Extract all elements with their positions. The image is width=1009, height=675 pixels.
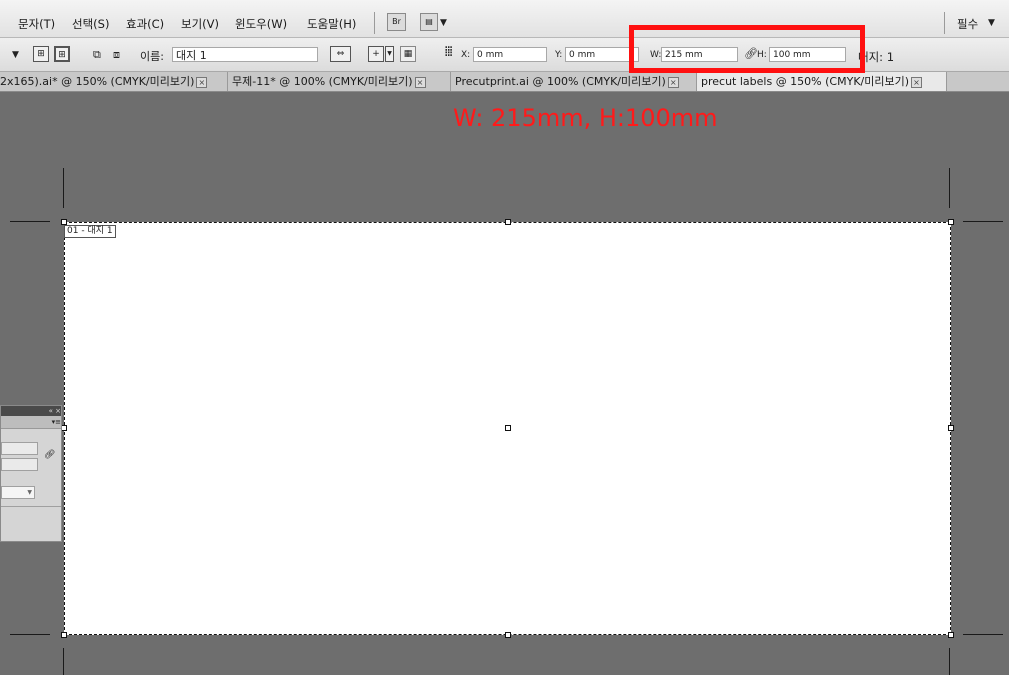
link-icon[interactable]: 🔗︎ xyxy=(44,450,55,460)
crop-mark xyxy=(63,648,64,675)
document-tab-active[interactable]: precut labels @ 150% (CMYK/미리보기) × xyxy=(697,72,947,91)
y-label: Y: xyxy=(555,50,563,60)
resize-handle-top-left[interactable] xyxy=(61,219,67,225)
document-tab[interactable]: Precutprint.ai @ 100% (CMYK/미리보기) × xyxy=(451,72,697,91)
name-label: 이름: xyxy=(140,50,164,63)
close-icon[interactable]: × xyxy=(196,76,208,88)
preset-chevron-down-icon[interactable]: ▼ xyxy=(12,50,19,60)
resize-handle-bottom[interactable] xyxy=(505,632,511,638)
artboard-options-icon[interactable]: ▦ xyxy=(400,46,416,62)
x-field[interactable]: 0 mm xyxy=(473,47,547,62)
document-tab-label: Precutprint.ai @ 100% (CMYK/미리보기) xyxy=(455,75,666,88)
panel-divider xyxy=(1,506,61,507)
bridge-button-label: Br xyxy=(392,17,401,26)
crop-mark xyxy=(10,221,50,222)
menu-type[interactable]: 문자(T) xyxy=(18,16,55,32)
document-tab-bar: 2x165).ai* @ 150% (CMYK/미리보기) × 무제-11* @ … xyxy=(0,72,1009,92)
chevron-down-icon: ▼ xyxy=(27,489,32,496)
y-field[interactable]: 0 mm xyxy=(565,47,639,62)
show-center-mark-icon[interactable]: + xyxy=(368,46,384,62)
artboard-name-field[interactable]: 대지 1 xyxy=(172,47,318,62)
panel-width-field[interactable] xyxy=(1,442,38,455)
artboard-label: 01 - 대지 1 xyxy=(64,225,116,238)
floating-panel[interactable]: « × ▾≡ 🔗︎ ▼ xyxy=(0,405,62,542)
resize-handle-bottom-left[interactable] xyxy=(61,632,67,638)
center-mark-chevron-icon[interactable]: ▼ xyxy=(385,46,394,62)
close-icon[interactable]: × xyxy=(667,76,679,88)
reference-point-icon[interactable]: ⁞⁞⁞ xyxy=(444,44,453,60)
panel-height-field[interactable] xyxy=(1,458,38,471)
crop-mark xyxy=(963,634,1003,635)
menu-divider xyxy=(944,12,945,34)
center-point[interactable] xyxy=(505,425,511,431)
menu-divider xyxy=(374,12,375,34)
workspace-switcher[interactable]: 필수 xyxy=(957,16,978,32)
close-icon[interactable]: × xyxy=(911,76,923,88)
new-artboard-icon[interactable]: ⧉ xyxy=(93,48,101,62)
document-tab[interactable]: 2x165).ai* @ 150% (CMYK/미리보기) × xyxy=(0,72,228,91)
close-icon[interactable]: × xyxy=(414,76,426,88)
close-icon[interactable]: × xyxy=(55,407,61,415)
document-tab-label: 2x165).ai* @ 150% (CMYK/미리보기) xyxy=(0,75,195,88)
document-tab-label: precut labels @ 150% (CMYK/미리보기) xyxy=(701,75,910,88)
arrange-chevron-down-icon[interactable]: ▼ xyxy=(440,18,447,28)
crop-mark xyxy=(963,221,1003,222)
landscape-icon[interactable]: ⊞ xyxy=(54,46,70,62)
crop-mark xyxy=(949,168,950,208)
crop-mark xyxy=(949,648,950,675)
menu-help[interactable]: 도움말(H) xyxy=(307,16,356,32)
resize-handle-top[interactable] xyxy=(505,219,511,225)
move-with-artboard-icon[interactable]: ⇔ xyxy=(330,46,351,62)
collapse-icon[interactable]: « xyxy=(49,407,53,415)
x-label: X: xyxy=(461,50,471,60)
arrange-documents-button[interactable]: ▤ xyxy=(420,13,438,31)
delete-artboard-icon[interactable]: ⧈ xyxy=(113,48,120,62)
highlight-box xyxy=(629,25,865,73)
panel-dropdown[interactable]: ▼ xyxy=(1,486,35,499)
resize-handle-bottom-right[interactable] xyxy=(948,632,954,638)
resize-handle-right[interactable] xyxy=(948,425,954,431)
menu-view[interactable]: 보기(V) xyxy=(181,16,219,32)
document-tab-label: 무제-11* @ 100% (CMYK/미리보기) xyxy=(232,75,413,88)
crop-mark xyxy=(63,168,64,208)
menu-select[interactable]: 선택(S) xyxy=(72,16,109,32)
panel-tab-strip: ▾≡ xyxy=(1,416,61,429)
bridge-button[interactable]: Br xyxy=(387,13,406,31)
dimension-annotation: W: 215mm, H:100mm xyxy=(453,104,718,132)
panel-menu-icon[interactable]: ▾≡ xyxy=(52,418,61,426)
panel-header[interactable]: « × xyxy=(1,406,61,416)
portrait-icon[interactable]: ⊞ xyxy=(33,46,49,62)
menu-window[interactable]: 윈도우(W) xyxy=(235,16,287,32)
resize-handle-top-right[interactable] xyxy=(948,219,954,225)
document-tab[interactable]: 무제-11* @ 100% (CMYK/미리보기) × xyxy=(228,72,451,91)
workspace-chevron-down-icon[interactable]: ▼ xyxy=(988,18,995,28)
menu-effect[interactable]: 효과(C) xyxy=(126,16,164,32)
arrange-documents-icon: ▤ xyxy=(425,17,433,26)
crop-mark xyxy=(10,634,50,635)
